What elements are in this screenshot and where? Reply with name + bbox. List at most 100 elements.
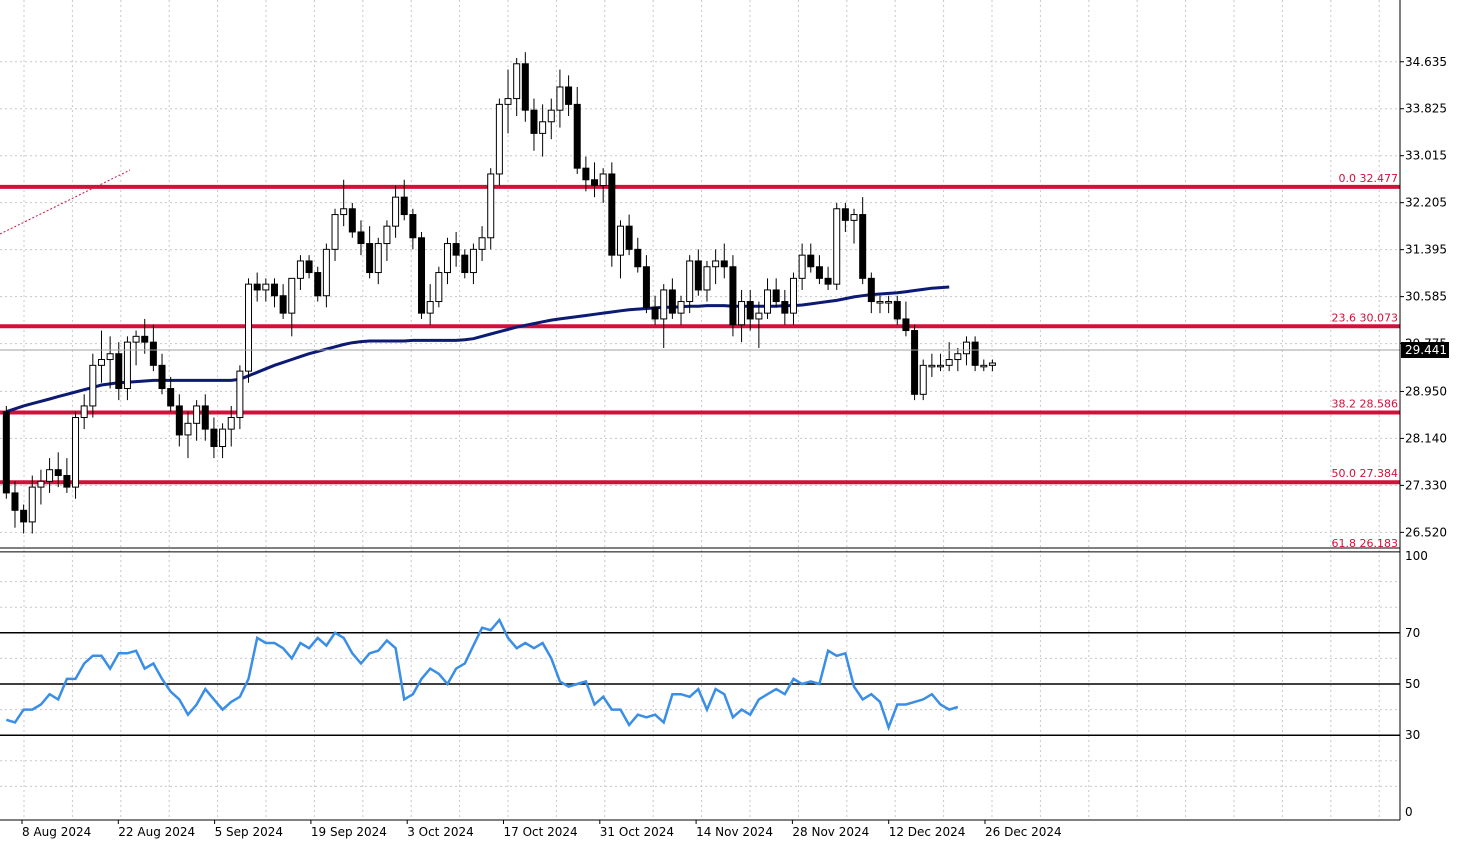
candle (833, 202, 841, 290)
candle-body (322, 248, 330, 297)
candle-body (841, 208, 849, 221)
candle-body (781, 301, 789, 314)
candle-body (11, 492, 19, 511)
candle-body (357, 231, 365, 245)
candle-body (833, 208, 841, 285)
candle-body (824, 277, 832, 285)
candle-body (703, 266, 711, 291)
candle-body (625, 225, 633, 250)
candle-body (193, 405, 201, 424)
candle (72, 411, 80, 499)
time-axis-label: 12 Dec 2024 (889, 825, 966, 839)
candle-body (746, 301, 754, 320)
time-axis-label: 5 Sep 2024 (215, 825, 283, 839)
candle-body (599, 173, 607, 187)
candle-body (513, 63, 521, 100)
time-axis-label: 14 Nov 2024 (696, 825, 773, 839)
candle-body (988, 362, 996, 366)
candle-body (46, 469, 54, 482)
candle-body (971, 341, 979, 366)
candle-body (288, 277, 296, 314)
candle-body (686, 260, 694, 303)
candle-body (37, 480, 45, 488)
current-price-label: 29.441 (1405, 343, 1447, 357)
candle-body (928, 364, 936, 368)
candle-body (893, 301, 901, 320)
rsi-axis-label: 0 (1405, 805, 1413, 819)
candle-body (859, 214, 867, 279)
fibonacci-level-label: 38.2 28.586 (1332, 398, 1398, 411)
candle-body (262, 283, 270, 291)
candle-body (374, 243, 382, 274)
fibonacci-level-label: 23.6 30.073 (1332, 311, 1398, 324)
candle-body (80, 405, 88, 419)
candle-body (495, 103, 503, 175)
candle-body (158, 364, 166, 390)
rsi-axis-label: 70 (1405, 626, 1420, 640)
candle-body (642, 266, 650, 308)
candle-body (97, 359, 105, 366)
candle-body (400, 196, 408, 216)
candle-body (132, 335, 140, 343)
time-axis-label: 22 Aug 2024 (118, 825, 195, 839)
candle-body (556, 86, 564, 111)
candle-body (954, 353, 962, 361)
candle-body (573, 103, 581, 169)
candle-body (219, 428, 227, 448)
candle-body (305, 260, 313, 274)
candle-body (712, 260, 720, 268)
candle (2, 405, 10, 499)
time-axis-label: 26 Dec 2024 (985, 825, 1062, 839)
candle-body (28, 486, 36, 523)
candle-body (876, 301, 884, 304)
candle-body (591, 179, 599, 187)
chart-window: 0.0 32.477 23.6 30.073 38.2 28.586 50.0 27.… (0, 0, 1458, 848)
candle-body (815, 266, 823, 279)
candle-body (296, 260, 304, 279)
fibonacci-level-label: 50.0 27.384 (1332, 467, 1398, 480)
time-axis-label: 17 Oct 2024 (504, 825, 578, 839)
candle-body (867, 277, 875, 303)
candle-body (521, 63, 529, 111)
candle-body (270, 283, 278, 297)
candle-body (2, 411, 10, 494)
fibonacci-level-label: 0.0 32.477 (1339, 172, 1398, 185)
candle-body (106, 353, 114, 361)
candle-body (738, 301, 746, 326)
candle (245, 278, 253, 383)
chart-canvas[interactable]: 0.0 32.477 23.6 30.073 38.2 28.586 50.0 27.… (0, 0, 1458, 848)
candle-body (530, 109, 538, 134)
candle-body (141, 335, 149, 343)
price-axis-label: 28.140 (1405, 431, 1447, 445)
candle-body (115, 353, 123, 390)
price-axis-label: 33.825 (1405, 102, 1447, 116)
candle-body (418, 237, 426, 314)
candle-body (937, 364, 945, 368)
candle-body (426, 301, 434, 314)
candle-body (175, 405, 183, 436)
candle-body (149, 341, 157, 366)
candle-body (409, 214, 417, 239)
candle-body (945, 359, 953, 366)
candle-body (253, 283, 261, 291)
candle-body (789, 277, 797, 314)
candle-body (331, 214, 339, 250)
chart-background (0, 0, 1458, 848)
candle-body (798, 254, 806, 279)
candle (487, 168, 495, 250)
candle-body (227, 417, 235, 430)
candle-body (772, 289, 780, 303)
candle-body (340, 208, 348, 216)
candle-body (167, 388, 175, 407)
candle-body (348, 208, 356, 233)
price-axis-label: 34.635 (1405, 55, 1447, 69)
candle-body (962, 341, 970, 355)
candle-body (677, 301, 685, 314)
candle-body (72, 417, 80, 488)
candle-body (452, 243, 460, 256)
candle (729, 255, 737, 337)
candle-body (547, 109, 555, 123)
candle-body (764, 289, 772, 314)
candle-body (885, 301, 893, 304)
candle-body (461, 254, 469, 274)
